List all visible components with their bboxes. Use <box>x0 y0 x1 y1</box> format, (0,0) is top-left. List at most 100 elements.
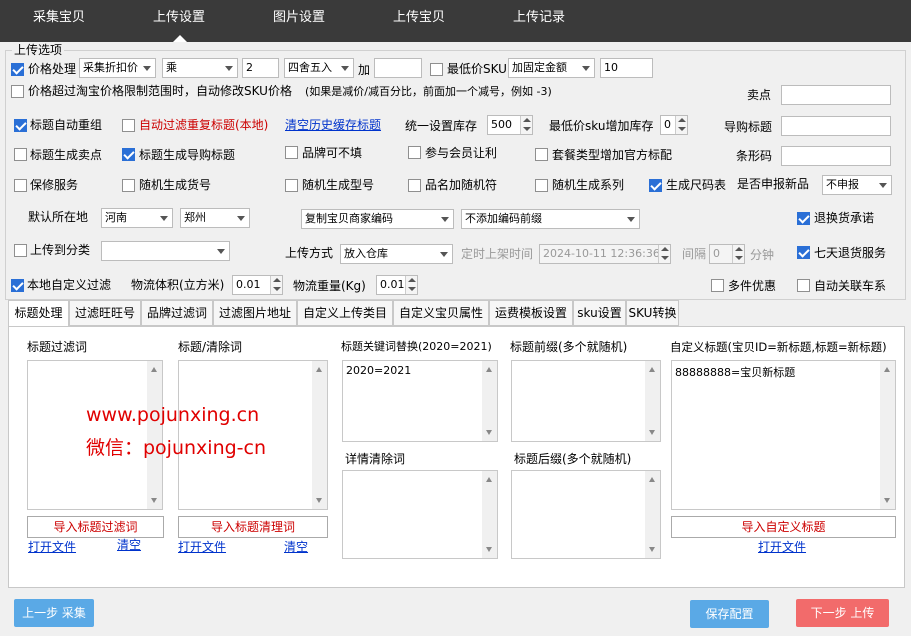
tab-filter-wangwang[interactable]: 过滤旺旺号 <box>69 300 141 326</box>
scrollbar[interactable] <box>482 361 497 441</box>
stock-spinner[interactable]: 500 <box>487 115 533 135</box>
member-discount-checkbox[interactable] <box>408 146 421 159</box>
city-value: 郑州 <box>184 211 206 224</box>
return-promise-checkbox[interactable] <box>797 212 810 225</box>
new-product-select[interactable]: 不申报 <box>822 175 892 195</box>
scrollbar[interactable] <box>645 361 660 441</box>
brand-empty-checkbox[interactable] <box>285 146 298 159</box>
tab-upload-settings[interactable]: 上传设置 <box>134 0 224 42</box>
min-sku-value-input[interactable]: 10 <box>600 58 653 78</box>
price-mode-select[interactable]: 采集折扣价 <box>79 58 156 78</box>
tab-image-settings[interactable]: 图片设置 <box>254 0 344 38</box>
col2-clear-link[interactable]: 清空 <box>284 539 308 555</box>
seven-day-checkbox[interactable] <box>797 246 810 259</box>
min-sku-stock-spinner[interactable]: 0 <box>660 115 688 135</box>
name-rand-label: 品名加随机符 <box>425 178 498 192</box>
warranty-checkbox[interactable] <box>14 179 27 192</box>
code-prefix-select[interactable]: 不添加编码前缀 <box>461 209 640 229</box>
title-suffix-textarea[interactable] <box>511 470 661 559</box>
barcode-input[interactable] <box>781 146 891 166</box>
auto-link-label: 自动关联车系 <box>814 279 887 293</box>
tab-custom-attributes[interactable]: 自定义宝贝属性 <box>393 300 489 326</box>
province-value: 河南 <box>105 211 127 224</box>
volume-spinner[interactable]: 0.01 <box>232 275 283 295</box>
tab-collect[interactable]: 采集宝贝 <box>14 0 104 38</box>
upload-method-select[interactable]: 放入仓库 <box>340 244 453 264</box>
tab-custom-category[interactable]: 自定义上传类目 <box>297 300 393 326</box>
timed-input[interactable]: 2024-10-11 12:36:36 <box>539 244 671 264</box>
upload-method-label: 上传方式 <box>285 246 334 260</box>
title-regroup-checkbox[interactable] <box>14 119 27 132</box>
seven-day-label: 七天退货服务 <box>814 246 887 260</box>
scrollbar[interactable] <box>880 361 895 509</box>
save-config-button[interactable]: 保存配置 <box>690 600 769 628</box>
col1-clear-link[interactable]: 清空 <box>117 537 141 553</box>
min-sku-mode-select[interactable]: 加固定金额 <box>508 58 595 78</box>
tab-upload-items[interactable]: 上传宝贝 <box>374 0 464 38</box>
title-prefix-textarea[interactable] <box>511 360 661 442</box>
upload-category-checkbox[interactable] <box>14 244 27 257</box>
next-button[interactable]: 下一步 上传 <box>796 599 889 627</box>
city-select[interactable]: 郑州 <box>180 208 250 228</box>
title-gen-selling-checkbox[interactable] <box>14 148 27 161</box>
tab-filter-image-url[interactable]: 过滤图片地址 <box>213 300 297 326</box>
price-process-checkbox[interactable] <box>11 63 24 76</box>
local-filter-checkbox[interactable] <box>11 279 24 292</box>
size-table-checkbox[interactable] <box>649 179 662 192</box>
prev-button[interactable]: 上一步 采集 <box>14 599 94 627</box>
selling-point-label: 卖点 <box>747 88 772 102</box>
multi-discount-checkbox[interactable] <box>711 279 724 292</box>
tab-upload-records[interactable]: 上传记录 <box>494 0 584 38</box>
auto-modify-checkbox[interactable] <box>11 85 24 98</box>
rand-sku-checkbox[interactable] <box>122 179 135 192</box>
add-value-input[interactable] <box>374 58 422 78</box>
col5-open-file-link[interactable]: 打开文件 <box>758 539 806 555</box>
auto-link-checkbox[interactable] <box>797 279 810 292</box>
price-op-select[interactable]: 乘 <box>162 58 238 78</box>
tab-brand-filter[interactable]: 品牌过滤词 <box>141 300 213 326</box>
rand-model-checkbox[interactable] <box>285 179 298 192</box>
col1-open-file-link[interactable]: 打开文件 <box>28 539 76 555</box>
spinner-arrows-icon[interactable] <box>658 245 670 263</box>
spinner-arrows-icon[interactable] <box>270 276 282 294</box>
price-factor-input[interactable]: 2 <box>242 58 279 78</box>
selling-point-input[interactable] <box>781 85 891 105</box>
scrollbar[interactable] <box>645 471 660 558</box>
detail-clean-textarea[interactable] <box>342 470 498 559</box>
rand-series-checkbox[interactable] <box>535 179 548 192</box>
min-sku-checkbox[interactable] <box>430 63 443 76</box>
title-gen-guide-checkbox[interactable] <box>122 148 135 161</box>
scrollbar[interactable] <box>482 471 497 558</box>
custom-title-textarea[interactable]: 88888888=宝贝新标题 <box>671 360 896 510</box>
tab-sku-settings[interactable]: sku设置 <box>573 300 626 326</box>
tab-sku-convert[interactable]: SKU转换 <box>626 300 679 326</box>
scrollbar[interactable] <box>312 361 327 509</box>
min-sku-mode-value: 加固定金额 <box>512 61 567 74</box>
spinner-arrows-icon[interactable] <box>675 116 687 134</box>
tab-shipping-template[interactable]: 运费模板设置 <box>489 300 573 326</box>
keyword-replace-textarea[interactable]: 2020=2021 <box>342 360 498 442</box>
weight-spinner[interactable]: 0.01 <box>376 275 418 295</box>
combo-official-checkbox[interactable] <box>535 148 548 161</box>
interval-spinner[interactable]: 0 <box>709 244 745 264</box>
copy-code-select[interactable]: 复制宝贝商家编码 <box>301 209 454 229</box>
import-title-clean-button[interactable]: 导入标题清理词 <box>178 516 328 538</box>
clear-cache-link[interactable]: 清空历史缓存标题 <box>285 117 381 133</box>
stock-label: 统一设置库存 <box>405 119 478 133</box>
import-custom-title-button[interactable]: 导入自定义标题 <box>671 516 896 538</box>
tab-title-process[interactable]: 标题处理 <box>8 300 69 327</box>
upload-category-label: 上传到分类 <box>30 243 91 257</box>
province-select[interactable]: 河南 <box>101 208 173 228</box>
auto-filter-checkbox[interactable] <box>122 119 135 132</box>
name-rand-checkbox[interactable] <box>408 179 421 192</box>
rounding-select[interactable]: 四舍五入 <box>284 58 354 78</box>
guide-title-input[interactable] <box>781 116 891 136</box>
spinner-arrows-icon[interactable] <box>520 116 532 134</box>
spinner-arrows-icon[interactable] <box>405 276 417 294</box>
rand-model-label: 随机生成型号 <box>302 178 375 192</box>
category-select[interactable] <box>101 241 230 261</box>
import-title-filter-button[interactable]: 导入标题过滤词 <box>27 516 164 538</box>
col4b-title: 标题后缀(多个就随机) <box>514 452 632 466</box>
col2-open-file-link[interactable]: 打开文件 <box>178 539 226 555</box>
spinner-arrows-icon[interactable] <box>732 245 744 263</box>
